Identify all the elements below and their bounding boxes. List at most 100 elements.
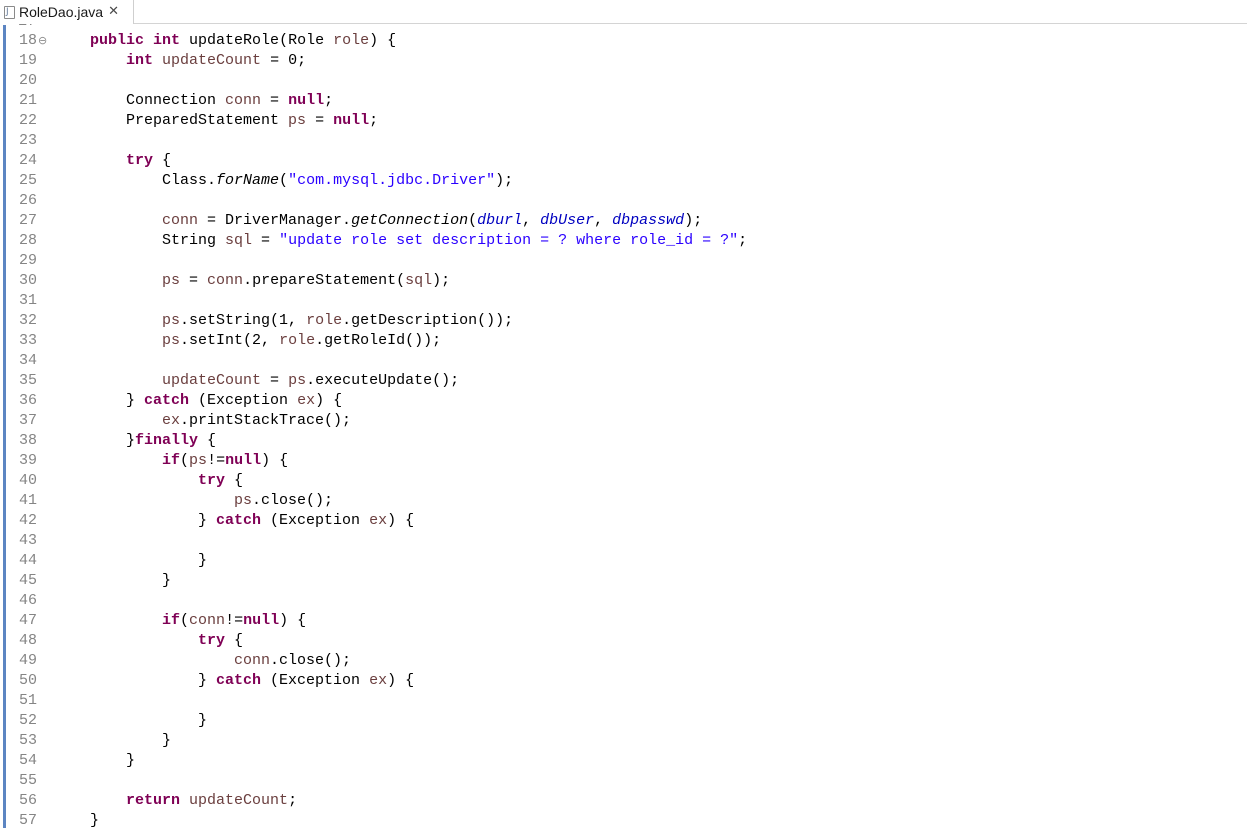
line-number: 48: [19, 632, 38, 649]
code-token: conn: [207, 272, 244, 289]
code-line[interactable]: 36 } catch (Exception ex) {: [0, 391, 1247, 411]
code-line[interactable]: 55: [0, 771, 1247, 791]
code-line[interactable]: 23: [0, 131, 1247, 151]
code-text: int updateCount = 0;: [90, 51, 306, 71]
code-line[interactable]: 32 ps.setString(1, role.getDescription()…: [0, 311, 1247, 331]
code-line[interactable]: 18 ⊖ public int updateRole(Role role) {: [0, 31, 1247, 51]
code-token: !=: [207, 452, 226, 469]
code-text: }: [90, 551, 207, 571]
code-text: ps.close();: [90, 491, 333, 511]
code-line[interactable]: 39 if(ps!=null) {: [0, 451, 1247, 471]
code-line[interactable]: 35 updateCount = ps.executeUpdate();: [0, 371, 1247, 391]
code-token: ;: [324, 92, 334, 109]
close-icon[interactable]: ✕: [108, 5, 119, 19]
code-line[interactable]: 33 ps.setInt(2, role.getRoleId());: [0, 331, 1247, 351]
line-number: 22: [19, 112, 38, 129]
code-line[interactable]: 42 } catch (Exception ex) {: [0, 511, 1247, 531]
line-number: 52: [19, 712, 38, 729]
code-line[interactable]: 56 return updateCount;: [0, 791, 1247, 811]
fold-collapse-icon[interactable]: ⊖: [38, 31, 47, 51]
code-token: =: [261, 92, 289, 109]
code-line[interactable]: 25 Class.forName("com.mysql.jdbc.Driver"…: [0, 171, 1247, 191]
code-text: PreparedStatement ps = null;: [90, 111, 378, 131]
code-token: (Exception: [261, 512, 370, 529]
code-line[interactable]: 45 }: [0, 571, 1247, 591]
line-number: 27: [19, 212, 38, 229]
code-line[interactable]: 24 try {: [0, 151, 1247, 171]
code-line[interactable]: 34: [0, 351, 1247, 371]
code-line[interactable]: 50 } catch (Exception ex) {: [0, 671, 1247, 691]
code-line[interactable]: 47 if(conn!=null) {: [0, 611, 1247, 631]
code-line[interactable]: 22 PreparedStatement ps = null;: [0, 111, 1247, 131]
code-line[interactable]: 43: [0, 531, 1247, 551]
code-token: if: [162, 452, 181, 469]
code-line[interactable]: 49 conn.close();: [0, 651, 1247, 671]
line-number: 29: [19, 252, 38, 269]
code-token: updateRole(Role: [180, 32, 334, 49]
code-token: getConnection: [351, 212, 469, 229]
code-line[interactable]: 31: [0, 291, 1247, 311]
partial-line-number: 17: [18, 24, 48, 28]
code-token: .setInt(2,: [180, 332, 280, 349]
code-token: "com.mysql.jdbc.Driver": [288, 172, 496, 189]
line-number: 54: [19, 752, 38, 769]
code-line[interactable]: 51: [0, 691, 1247, 711]
code-line[interactable]: 27 conn = DriverManager.getConnection(db…: [0, 211, 1247, 231]
code-text: }: [90, 731, 171, 751]
code-token: updateCount: [162, 52, 262, 69]
code-token: ps: [288, 372, 307, 389]
code-token: null: [333, 112, 370, 129]
code-line[interactable]: 30 ps = conn.prepareStatement(sql);: [0, 271, 1247, 291]
line-number: 47: [19, 612, 38, 629]
code-token: "update role set description = ? where r…: [279, 232, 739, 249]
code-text: }: [90, 811, 99, 831]
code-line[interactable]: 40 try {: [0, 471, 1247, 491]
code-line[interactable]: 57}: [0, 811, 1247, 831]
code-token: sql: [405, 272, 433, 289]
line-number: 36: [19, 392, 38, 409]
code-line[interactable]: 44 }: [0, 551, 1247, 571]
code-token: ) {: [279, 612, 307, 629]
code-token: .printStackTrace();: [180, 412, 352, 429]
line-number: 53: [19, 732, 38, 749]
code-token: try: [198, 472, 226, 489]
code-line[interactable]: 29: [0, 251, 1247, 271]
code-text: }: [90, 711, 207, 731]
code-token: }: [90, 732, 172, 749]
java-editor: J RoleDao.java ✕ 17 18⊖ public int update…: [0, 0, 1247, 831]
code-line[interactable]: 21 Connection conn = null;: [0, 91, 1247, 111]
line-number: 32: [19, 312, 38, 329]
code-token: catch: [216, 512, 262, 529]
code-line[interactable]: 38 }finally {: [0, 431, 1247, 451]
line-number: 40: [19, 472, 38, 489]
code-text: }finally {: [90, 431, 216, 451]
code-token: (Exception: [261, 672, 370, 689]
java-file-icon: J: [4, 5, 15, 19]
code-token: public: [90, 32, 145, 49]
code-area[interactable]: 18 ⊖ public int updateRole(Role role) {19 …: [0, 31, 1247, 831]
code-token: .prepareStatement(: [243, 272, 406, 289]
code-text: if(ps!=null) {: [90, 451, 288, 471]
code-line[interactable]: 28 String sql = "update role set descrip…: [0, 231, 1247, 251]
code-line[interactable]: 20: [0, 71, 1247, 91]
line-number: 43: [19, 532, 38, 549]
code-token: ps: [162, 272, 181, 289]
line-number: 45: [19, 572, 38, 589]
code-token: }: [90, 552, 208, 569]
line-number: 41: [19, 492, 38, 509]
code-line[interactable]: 53 }: [0, 731, 1247, 751]
code-line[interactable]: 26: [0, 191, 1247, 211]
code-line[interactable]: 41 ps.close();: [0, 491, 1247, 511]
line-number: 24: [19, 152, 38, 169]
code-line[interactable]: 19 int updateCount = 0;: [0, 51, 1247, 71]
code-line[interactable]: 48 try {: [0, 631, 1247, 651]
code-line[interactable]: 46: [0, 591, 1247, 611]
tab-roledao-java[interactable]: J RoleDao.java ✕: [0, 0, 134, 24]
code-line[interactable]: 37 ex.printStackTrace();: [0, 411, 1247, 431]
code-line[interactable]: 54 }: [0, 751, 1247, 771]
code-line[interactable]: 52 }: [0, 711, 1247, 731]
